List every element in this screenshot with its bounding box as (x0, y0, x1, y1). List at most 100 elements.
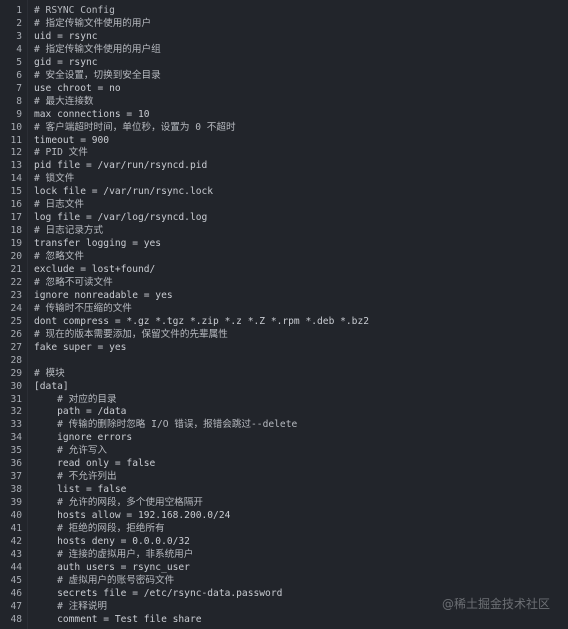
line-number: 5 (16, 56, 22, 68)
code-line[interactable]: 23 ignore nonreadable = yes (0, 289, 568, 302)
line-number: 26 (10, 328, 22, 340)
line-number: 45 (10, 574, 22, 586)
code-comment: # PID 文件 (34, 147, 88, 159)
code-line[interactable]: 27 fake super = yes (0, 341, 568, 354)
code-text: pid file = /var/run/rsyncd.pid (34, 160, 208, 172)
line-number: 6 (16, 69, 22, 81)
line-number: 22 (10, 276, 22, 288)
code-line[interactable]: 41 # 拒绝的网段，拒绝所有 (0, 522, 568, 535)
line-number: 27 (10, 341, 22, 353)
code-line[interactable]: 1 # RSYNC Config (0, 4, 568, 17)
code-line[interactable]: 16 # 日志文件 (0, 198, 568, 211)
line-number: 19 (10, 238, 22, 250)
line-number: 32 (10, 406, 22, 418)
code-line[interactable]: 37 # 不允许列出 (0, 470, 568, 483)
line-number: 4 (16, 43, 22, 55)
line-number: 43 (10, 548, 22, 560)
line-number: 16 (10, 199, 22, 211)
code-line[interactable]: 26 # 现在的版本需要添加，保留文件的先辈属性 (0, 328, 568, 341)
code-comment: # 传输时不压缩的文件 (34, 302, 132, 314)
code-line[interactable]: 3 uid = rsync (0, 30, 568, 43)
code-text: use chroot = no (34, 82, 121, 94)
line-number: 29 (10, 367, 22, 379)
code-comment: # 不允许列出 (34, 471, 117, 483)
code-line[interactable]: 10 # 客户端超时时间，单位秒，设置为 0 不超时 (0, 121, 568, 134)
code-line[interactable]: 5 gid = rsync (0, 56, 568, 69)
code-text: auth users = rsync_user (34, 561, 190, 573)
code-line[interactable]: 12 # PID 文件 (0, 146, 568, 159)
code-line[interactable]: 33 # 传输的删除时忽略 I/O 错误，报错会跳过--delete (0, 418, 568, 431)
line-number: 34 (10, 432, 22, 444)
code-text: read only = false (34, 458, 156, 470)
code-line[interactable]: 8 # 最大连接数 (0, 95, 568, 108)
line-number: 47 (10, 600, 22, 612)
line-number: 44 (10, 561, 22, 573)
code-line[interactable]: 28 (0, 354, 568, 367)
code-line[interactable]: 39 # 允许的网段，多个使用空格隔开 (0, 496, 568, 509)
line-number: 20 (10, 251, 22, 263)
code-line[interactable]: 31 # 对应的目录 (0, 393, 568, 406)
code-line[interactable]: 2 # 指定传输文件使用的用户 (0, 17, 568, 30)
code-line[interactable]: 32 path = /data (0, 405, 568, 418)
code-line[interactable]: 43 # 连接的虚拟用户，非系统用户 (0, 548, 568, 561)
code-line[interactable]: 14 # 锁文件 (0, 172, 568, 185)
line-number: 30 (10, 380, 22, 392)
code-line[interactable]: 30 [data] (0, 380, 568, 393)
code-line[interactable]: 6 # 安全设置，切换到安全目录 (0, 69, 568, 82)
code-line[interactable]: 40 hosts allow = 192.168.200.0/24 (0, 509, 568, 522)
code-line[interactable]: 34 ignore errors (0, 431, 568, 444)
code-line[interactable]: 36 read only = false (0, 457, 568, 470)
code-line[interactable]: 21 exclude = lost+found/ (0, 263, 568, 276)
code-text: max connections = 10 (34, 108, 150, 120)
code-text: [data] (34, 380, 69, 392)
code-line[interactable]: 17 log file = /var/log/rsyncd.log (0, 211, 568, 224)
code-line[interactable]: 24 # 传输时不压缩的文件 (0, 302, 568, 315)
code-line[interactable]: 13 pid file = /var/run/rsyncd.pid (0, 159, 568, 172)
code-comment: # 锁文件 (34, 173, 75, 185)
code-text: hosts deny = 0.0.0.0/32 (34, 535, 190, 547)
code-line[interactable]: 4 # 指定传输文件使用的用户组 (0, 43, 568, 56)
code-line[interactable]: 19 transfer logging = yes (0, 237, 568, 250)
line-number: 21 (10, 264, 22, 275)
code-line[interactable]: 7 use chroot = no (0, 82, 568, 95)
code-text: path = /data (34, 406, 127, 418)
code-text: ignore errors (34, 432, 133, 444)
line-number: 37 (10, 471, 22, 483)
code-line[interactable]: 11 timeout = 900 (0, 134, 568, 147)
line-number: 39 (10, 497, 22, 509)
code-line[interactable]: 48 comment = Test file share (0, 613, 568, 626)
line-number: 8 (16, 95, 22, 107)
line-number: 17 (10, 212, 22, 224)
line-number: 36 (10, 458, 22, 470)
code-line[interactable]: 35 # 允许写入 (0, 444, 568, 457)
code-line[interactable]: 9 max connections = 10 (0, 108, 568, 121)
code-comment: # 连接的虚拟用户，非系统用户 (34, 548, 194, 560)
code-text: dont compress = *.gz *.tgz *.zip *.z *.Z… (34, 315, 370, 327)
code-line[interactable]: 22 # 忽略不可读文件 (0, 276, 568, 289)
code-text: uid = rsync (34, 30, 98, 42)
code-line[interactable]: 38 list = false (0, 483, 568, 496)
watermark: @稀土掘金技术社区 (441, 597, 550, 611)
code-text: timeout = 900 (34, 134, 110, 146)
code-comment: # 拒绝的网段，拒绝所有 (34, 523, 165, 534)
code-comment: # RSYNC Config (34, 5, 115, 16)
line-number: 11 (10, 134, 22, 146)
code-line[interactable]: 42 hosts deny = 0.0.0.0/32 (0, 535, 568, 548)
code-line[interactable]: 20 # 忽略文件 (0, 250, 568, 263)
line-number: 12 (10, 147, 22, 159)
line-number: 15 (10, 186, 22, 198)
code-text: ignore nonreadable = yes (34, 289, 173, 301)
code-text: transfer logging = yes (34, 238, 162, 250)
code-editor[interactable]: 1 # RSYNC Config 2 # 指定传输文件使用的用户 3 uid = rsyn… (0, 0, 568, 629)
code-comment: # 对应的目录 (34, 393, 117, 405)
code-comment: # 忽略文件 (34, 251, 84, 263)
code-line[interactable]: 25 dont compress = *.gz *.tgz *.zip *.z *… (0, 315, 568, 328)
code-line[interactable]: 18 # 日志记录方式 (0, 224, 568, 237)
code-line[interactable]: 44 auth users = rsync_user (0, 561, 568, 574)
code-line[interactable]: 15 lock file = /var/run/rsync.lock (0, 185, 568, 198)
line-number: 33 (10, 419, 22, 431)
code-line[interactable]: 29 # 模块 (0, 367, 568, 380)
line-number: 38 (10, 484, 22, 496)
code-text: gid = rsync (34, 56, 98, 68)
code-line[interactable]: 45 # 虚拟用户的账号密码文件 (0, 574, 568, 587)
